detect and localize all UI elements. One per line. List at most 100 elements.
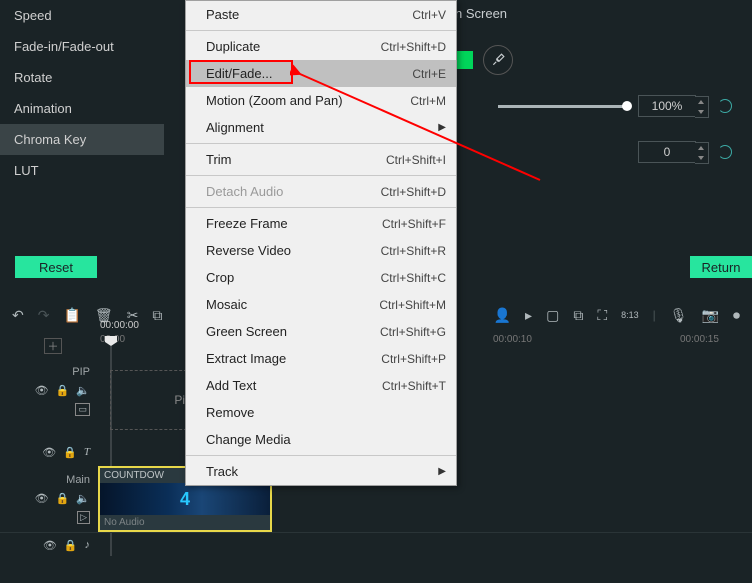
offset-value[interactable]: 0 (638, 141, 696, 163)
menu-item-shortcut: Ctrl+E (412, 67, 446, 81)
play-box-icon[interactable]: ▸ (525, 307, 532, 324)
clip-audio-label: No Audio (100, 515, 270, 530)
menu-item-label: Detach Audio (206, 184, 381, 199)
track-visible-icon[interactable]: 👁 (42, 446, 56, 459)
layers-icon[interactable]: ⧉ (573, 307, 583, 324)
menu-item-label: Trim (206, 152, 386, 167)
ruler-time-1: 00:00:10 (493, 334, 532, 345)
mic-icon[interactable]: 🎙 (670, 307, 688, 324)
eyedropper-icon (491, 53, 505, 67)
menu-item-mosaic[interactable]: MosaicCtrl+Shift+M (186, 291, 456, 318)
menu-separator (186, 30, 456, 31)
sidebar-item-chroma-key[interactable]: Chroma Key (0, 124, 164, 155)
track-visible-icon[interactable]: 👁 (35, 492, 49, 505)
menu-item-detach-audio[interactable]: Detach AudioCtrl+Shift+D (186, 178, 456, 205)
menu-item-paste[interactable]: PasteCtrl+V (186, 1, 456, 28)
track-lock-icon[interactable]: 🔒 (56, 384, 70, 397)
record-icon[interactable]: ⏺ (733, 307, 740, 324)
paste-icon[interactable]: 📋 (63, 307, 80, 324)
crop-icon[interactable]: ▢ (546, 307, 559, 324)
sidebar-item-fade[interactable]: Fade-in/Fade-out (0, 31, 164, 62)
eyedropper-button[interactable] (483, 45, 513, 75)
pip-track-label: PIP (72, 366, 90, 378)
menu-item-shortcut: Ctrl+Shift+F (382, 217, 446, 231)
music-track-body[interactable] (100, 533, 752, 583)
menu-item-shortcut: Ctrl+Shift+M (379, 298, 446, 312)
person-icon[interactable]: 👤 (494, 307, 511, 324)
menu-item-edit-fade[interactable]: Edit/Fade...Ctrl+E (186, 60, 456, 87)
menu-item-reverse-video[interactable]: Reverse VideoCtrl+Shift+R (186, 237, 456, 264)
music-track-icon[interactable]: ♪ (85, 539, 91, 552)
menu-separator (186, 455, 456, 456)
menu-item-add-text[interactable]: Add TextCtrl+Shift+T (186, 372, 456, 399)
menu-item-label: Add Text (206, 378, 382, 393)
track-mute-icon[interactable]: 🔈 (76, 384, 90, 397)
camera-icon[interactable]: 📷 (702, 307, 719, 324)
menu-item-alignment[interactable]: Alignment ▶ (186, 114, 456, 141)
menu-item-shortcut: Ctrl+Shift+T (382, 379, 446, 393)
menu-item-shortcut: Ctrl+Shift+D (381, 185, 446, 199)
clip-thumbnail: 4 (100, 483, 270, 515)
menu-item-change-media[interactable]: Change Media (186, 426, 456, 453)
chroma-color-swatch[interactable] (455, 51, 473, 69)
menu-item-label: Motion (Zoom and Pan) (206, 93, 410, 108)
menu-item-label: Alignment (206, 120, 434, 135)
offset-reset-icon[interactable] (718, 145, 732, 159)
menu-item-duplicate[interactable]: DuplicateCtrl+Shift+D (186, 33, 456, 60)
menu-separator (186, 207, 456, 208)
menu-item-label: Duplicate (206, 39, 381, 54)
track-lock-icon[interactable]: 🔒 (63, 446, 77, 459)
menu-item-green-screen[interactable]: Green ScreenCtrl+Shift+G (186, 318, 456, 345)
return-button[interactable]: Return (690, 256, 752, 278)
menu-item-remove[interactable]: Remove (186, 399, 456, 426)
menu-separator (186, 175, 456, 176)
menu-item-label: Green Screen (206, 324, 380, 339)
menu-item-shortcut: Ctrl+Shift+I (386, 153, 446, 167)
track-visible-icon[interactable]: 👁 (35, 384, 49, 397)
dup-icon[interactable]: ⧉ (152, 307, 162, 324)
menu-item-label: Track (206, 464, 434, 479)
menu-item-extract-image[interactable]: Extract ImageCtrl+Shift+P (186, 345, 456, 372)
track-mute-icon[interactable]: 🔈 (76, 492, 90, 505)
effects-sidebar: Speed Fade-in/Fade-out Rotate Animation … (0, 0, 164, 240)
menu-separator (186, 143, 456, 144)
menu-item-shortcut: Ctrl+Shift+P (381, 352, 446, 366)
sidebar-item-rotate[interactable]: Rotate (0, 62, 164, 93)
add-track-button[interactable]: ＋ (44, 338, 62, 354)
redo-icon[interactable]: ↷ (38, 307, 50, 324)
sidebar-item-animation[interactable]: Animation (0, 93, 164, 124)
track-visible-icon[interactable]: 👁 (43, 539, 57, 552)
undo-icon[interactable]: ↶ (12, 307, 24, 324)
chroma-key-panel: n Screen 100% 0 (455, 0, 752, 240)
menu-item-label: Remove (206, 405, 446, 420)
tolerance-reset-icon[interactable] (718, 99, 732, 113)
track-pip-icon[interactable]: ▭ (75, 403, 90, 416)
tolerance-value[interactable]: 100% (638, 95, 696, 117)
main-track-label: Main (66, 474, 90, 486)
aspect-icon[interactable]: 8:13 (621, 310, 639, 320)
text-track-icon[interactable]: T (84, 446, 90, 459)
submenu-arrow-icon: ▶ (438, 466, 446, 477)
menu-item-track[interactable]: Track ▶ (186, 458, 456, 485)
menu-item-shortcut: Ctrl+M (410, 94, 446, 108)
track-play-icon[interactable]: ▷ (77, 511, 90, 524)
playhead-time: 00:00:00 (100, 320, 139, 331)
sidebar-item-lut[interactable]: LUT (0, 155, 164, 186)
menu-item-crop[interactable]: CropCtrl+Shift+C (186, 264, 456, 291)
menu-item-shortcut: Ctrl+Shift+R (381, 244, 446, 258)
tolerance-slider[interactable] (498, 105, 628, 108)
track-lock-icon[interactable]: 🔒 (64, 539, 78, 552)
reset-button[interactable]: Reset (15, 256, 97, 278)
menu-item-motion-zoom-and-pan[interactable]: Motion (Zoom and Pan)Ctrl+M (186, 87, 456, 114)
main-track-head: Main 👁 🔒 🔈 ▷ (0, 468, 100, 528)
menu-item-label: Change Media (206, 432, 446, 447)
menu-item-shortcut: Ctrl+Shift+C (381, 271, 446, 285)
menu-item-trim[interactable]: TrimCtrl+Shift+I (186, 146, 456, 173)
menu-item-label: Mosaic (206, 297, 379, 312)
menu-item-label: Crop (206, 270, 381, 285)
menu-item-freeze-frame[interactable]: Freeze FrameCtrl+Shift+F (186, 210, 456, 237)
track-lock-icon[interactable]: 🔒 (56, 492, 70, 505)
sidebar-item-speed[interactable]: Speed (0, 0, 164, 31)
zoom-fit-icon[interactable]: ⛶ (597, 307, 607, 324)
submenu-arrow-icon: ▶ (438, 122, 446, 133)
